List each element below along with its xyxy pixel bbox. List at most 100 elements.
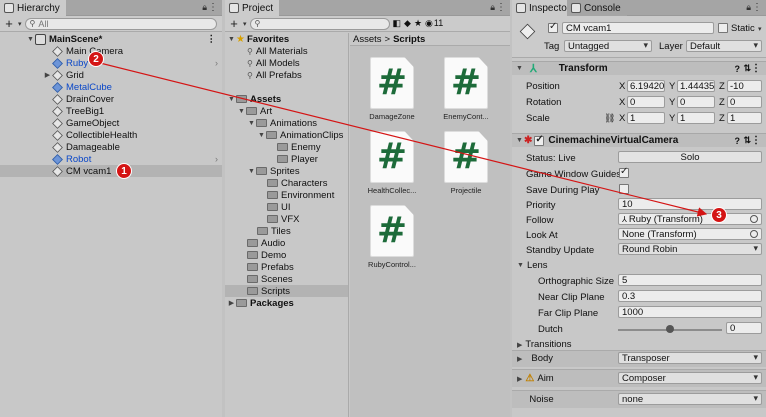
follow-object-field[interactable]: ⅄ Ruby (Transform) [618, 213, 762, 225]
aim-foldout[interactable]: ▶ ⚠ Aim [517, 373, 554, 384]
noise-foldout[interactable]: ▶ Noise [517, 394, 553, 405]
save-during-play-checkbox[interactable] [619, 184, 629, 194]
static-checkbox[interactable] [718, 23, 728, 33]
component-menu-icon[interactable]: ⋮ [751, 135, 761, 146]
filter-by-type-icon[interactable]: ◧ [393, 18, 402, 29]
chevron-right-icon[interactable]: › [215, 154, 218, 164]
presets-icon[interactable]: ⇅ [743, 63, 751, 74]
chevron-down-icon[interactable]: ▼ [247, 168, 256, 175]
body-dropdown[interactable]: Transposer [618, 352, 762, 364]
standby-update-dropdown[interactable]: Round Robin [618, 243, 762, 255]
hidden-packages-toggle[interactable]: ◉ 11 [425, 18, 443, 29]
chevron-right-icon[interactable]: › [215, 58, 218, 68]
look-at-object-field[interactable]: None (Transform) [618, 228, 762, 240]
asset-projectile[interactable]: # Projectile [434, 131, 498, 195]
tree-item-gameobject[interactable]: GameObject [0, 117, 222, 129]
rotation-z-field[interactable]: 0 [727, 96, 762, 108]
folder-packages[interactable]: ▶ Packages [225, 297, 348, 309]
object-picker-icon[interactable] [750, 230, 758, 238]
lock-icon[interactable]: 🔒︎ [746, 2, 751, 13]
folder-assets[interactable]: ▼ Assets [225, 93, 348, 105]
folder-demo[interactable]: Demo [225, 249, 348, 261]
help-icon[interactable]: ? [735, 64, 741, 74]
more-options-icon[interactable]: ⋮ [496, 2, 506, 13]
scene-menu-icon[interactable]: ⋮ [207, 34, 217, 45]
breadcrumb-current[interactable]: Scripts [393, 34, 425, 45]
breadcrumb-root[interactable]: Assets [353, 34, 382, 45]
scale-z-field[interactable]: 1 [727, 112, 762, 124]
favorites-row[interactable]: ▼ ★ Favorites [225, 33, 348, 45]
hierarchy-search-input[interactable] [38, 18, 212, 29]
dutch-slider-knob[interactable] [666, 325, 674, 333]
lens-foldout[interactable]: ▼ Lens [517, 260, 548, 271]
favorite-star-icon[interactable]: ★ [414, 18, 422, 29]
more-options-icon[interactable]: ⋮ [208, 2, 218, 13]
object-picker-icon[interactable] [750, 215, 758, 223]
lock-icon[interactable]: 🔒︎ [202, 2, 207, 13]
asset-enemycontroller[interactable]: # EnemyCont... [434, 57, 498, 121]
tab-console[interactable]: Console [567, 0, 627, 16]
asset-healthcollectible[interactable]: # HealthCollec... [360, 131, 424, 195]
hierarchy-search[interactable]: ⚲ [24, 17, 217, 30]
tree-item-draincover[interactable]: DrainCover [0, 93, 222, 105]
solo-button[interactable]: Solo [618, 151, 762, 163]
folder-environment[interactable]: Environment [225, 189, 348, 201]
chevron-down-icon[interactable]: ▾ [243, 20, 247, 28]
transitions-foldout[interactable]: ▶ Transitions [517, 339, 572, 350]
project-search-input[interactable] [263, 18, 385, 29]
noise-dropdown[interactable]: none [618, 393, 762, 405]
create-asset-button[interactable]: + [228, 17, 240, 30]
folder-scripts[interactable]: Scripts [225, 285, 348, 297]
folder-audio[interactable]: Audio [225, 237, 348, 249]
tab-hierarchy[interactable]: Hierarchy [0, 0, 66, 16]
chevron-down-icon[interactable]: ▼ [515, 65, 524, 72]
far-clip-field[interactable]: 1000 [618, 306, 762, 318]
body-foldout[interactable]: ▶ Body [517, 353, 553, 364]
favorite-all-materials[interactable]: ⚲ All Materials [225, 45, 348, 57]
position-x-field[interactable]: 6.19420 [627, 80, 665, 92]
chevron-right-icon[interactable]: ▶ [227, 299, 236, 307]
chevron-down-icon[interactable]: ▾ [18, 20, 22, 28]
folder-ui[interactable]: UI [225, 201, 348, 213]
chevron-down-icon[interactable]: ▾ [758, 25, 762, 33]
folder-prefabs[interactable]: Prefabs [225, 261, 348, 273]
link-icon[interactable]: ⛓ [604, 113, 615, 124]
folder-animations[interactable]: ▼ Animations [225, 117, 348, 129]
scale-x-field[interactable]: 1 [627, 112, 665, 124]
chevron-down-icon[interactable]: ▼ [237, 108, 246, 115]
lock-icon[interactable]: 🔒︎ [490, 2, 495, 13]
tree-item-robot[interactable]: Robot › [0, 153, 222, 165]
folder-tiles[interactable]: Tiles [225, 225, 348, 237]
tree-item-damageable[interactable]: Damageable [0, 141, 222, 153]
project-search[interactable]: ⚲ [249, 17, 390, 30]
folder-sprites[interactable]: ▼ Sprites [225, 165, 348, 177]
favorite-all-prefabs[interactable]: ⚲ All Prefabs [225, 69, 348, 81]
chevron-down-icon[interactable]: ▼ [515, 137, 524, 144]
aim-dropdown[interactable]: Composer [618, 372, 762, 384]
layer-dropdown[interactable]: Default [686, 40, 762, 52]
position-z-field[interactable]: -10 [727, 80, 762, 92]
scale-y-field[interactable]: 1 [677, 112, 715, 124]
component-enabled-checkbox[interactable] [534, 134, 545, 146]
rotation-y-field[interactable]: 0 [677, 96, 715, 108]
rotation-x-field[interactable]: 0 [627, 96, 665, 108]
folder-vfx[interactable]: VFX [225, 213, 348, 225]
tab-project[interactable]: Project [225, 0, 280, 16]
add-object-button[interactable]: + [3, 17, 15, 30]
chevron-down-icon[interactable]: ▼ [257, 132, 266, 139]
folder-art[interactable]: ▼ Art [225, 105, 348, 117]
tree-item-cm-vcam1[interactable]: CM vcam1 [0, 165, 222, 177]
transform-header[interactable]: ▼ ⅄ Transform ? ⇅ ⋮ [512, 61, 766, 75]
chevron-down-icon[interactable]: ▼ [227, 96, 236, 103]
folder-characters[interactable]: Characters [225, 177, 348, 189]
asset-damagezone[interactable]: # DamageZone [360, 57, 424, 121]
more-options-icon[interactable]: ⋮ [752, 2, 762, 13]
filter-by-label-icon[interactable]: ◆ [404, 18, 411, 29]
asset-rubycontroller[interactable]: # RubyControl... [360, 205, 424, 269]
favorite-all-models[interactable]: ⚲ All Models [225, 57, 348, 69]
help-icon[interactable]: ? [735, 136, 741, 146]
folder-animationclips[interactable]: ▼ AnimationClips [225, 129, 348, 141]
chevron-down-icon[interactable]: ▼ [247, 120, 256, 127]
folder-enemy[interactable]: Enemy [225, 141, 348, 153]
tree-item-main-camera[interactable]: Main Camera [0, 45, 222, 57]
